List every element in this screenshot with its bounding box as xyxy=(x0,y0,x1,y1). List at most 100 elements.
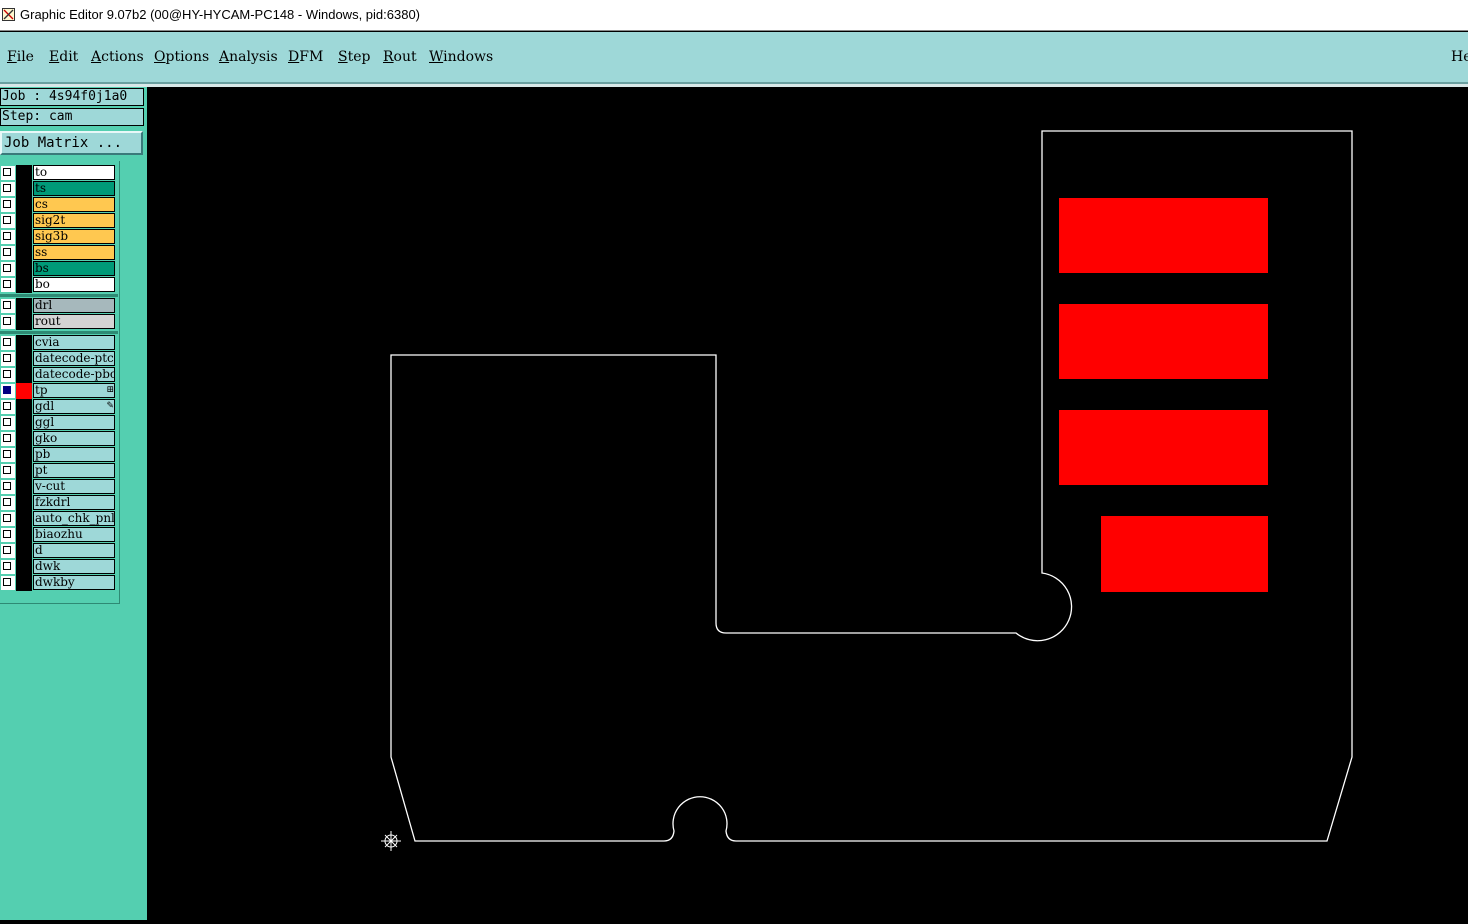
layer-display-color[interactable] xyxy=(16,351,32,367)
layer-affected-checkbox[interactable] xyxy=(1,464,15,478)
layer-affected-checkbox[interactable] xyxy=(1,544,15,558)
menu-dfm[interactable]: DFM xyxy=(288,49,323,65)
layer-name[interactable]: d xyxy=(33,543,115,558)
layer-row-ss[interactable]: ss xyxy=(0,245,116,261)
layer-row-biaozhu[interactable]: biaozhu xyxy=(0,527,116,543)
layer-row-cvia[interactable]: cvia xyxy=(0,335,116,351)
graphic-canvas[interactable] xyxy=(147,87,1468,920)
layer-name[interactable]: bs xyxy=(33,261,115,276)
layer-display-color[interactable] xyxy=(16,335,32,351)
layer-display-color[interactable] xyxy=(16,367,32,383)
layer-affected-checkbox[interactable] xyxy=(1,336,15,350)
layer-affected-checkbox[interactable] xyxy=(1,352,15,366)
layer-display-color[interactable] xyxy=(16,245,32,261)
layer-row-to[interactable]: to xyxy=(0,165,116,181)
layer-row-auto_chk_pnl[interactable]: auto_chk_pnl xyxy=(0,511,116,527)
layer-name[interactable]: to xyxy=(33,165,115,180)
layer-row-tp[interactable]: tp ⊞ xyxy=(0,383,116,399)
layer-affected-checkbox[interactable] xyxy=(1,198,15,212)
layer-row-d[interactable]: d xyxy=(0,543,116,559)
layer-affected-checkbox[interactable] xyxy=(1,182,15,196)
layer-display-color[interactable] xyxy=(16,261,32,277)
layer-display-color[interactable] xyxy=(16,479,32,495)
layer-affected-checkbox[interactable] xyxy=(1,299,15,313)
board-drawing[interactable] xyxy=(147,87,1468,920)
layer-display-color[interactable] xyxy=(16,277,32,293)
menu-analysis[interactable]: Analysis xyxy=(219,49,278,65)
layer-name[interactable]: gko xyxy=(33,431,115,446)
layer-name[interactable]: datecode-pbc xyxy=(33,367,115,382)
layer-row-fzkdrl[interactable]: fzkdrl xyxy=(0,495,116,511)
menu-edit[interactable]: Edit xyxy=(49,49,78,65)
menu-rout[interactable]: Rout xyxy=(383,49,417,65)
layer-display-color[interactable] xyxy=(16,229,32,245)
layer-display-color[interactable] xyxy=(16,495,32,511)
layer-affected-checkbox[interactable] xyxy=(1,315,15,329)
layer-row-dwkby[interactable]: dwkby xyxy=(0,575,116,591)
layer-name[interactable]: pb xyxy=(33,447,115,462)
layer-name[interactable]: v-cut xyxy=(33,479,115,494)
layer-affected-checkbox[interactable] xyxy=(1,400,15,414)
layer-affected-checkbox[interactable] xyxy=(1,278,15,292)
layer-name[interactable]: gdl xyxy=(33,399,115,414)
layer-affected-checkbox[interactable] xyxy=(1,384,15,398)
layer-name[interactable]: ts xyxy=(33,181,115,196)
layer-display-color[interactable] xyxy=(16,447,32,463)
layer-row-drl[interactable]: drl xyxy=(0,298,116,314)
layer-name[interactable]: cs xyxy=(33,197,115,212)
layer-affected-checkbox[interactable] xyxy=(1,214,15,228)
layer-display-color[interactable] xyxy=(16,181,32,197)
layer-display-color[interactable] xyxy=(16,165,32,181)
layer-affected-checkbox[interactable] xyxy=(1,448,15,462)
layer-display-color[interactable] xyxy=(16,527,32,543)
layer-display-color[interactable] xyxy=(16,559,32,575)
layer-affected-checkbox[interactable] xyxy=(1,416,15,430)
layer-name[interactable]: pt xyxy=(33,463,115,478)
layer-affected-checkbox[interactable] xyxy=(1,368,15,382)
layer-display-color[interactable] xyxy=(16,463,32,479)
layer-row-gdl[interactable]: gdl ✎ xyxy=(0,399,116,415)
menu-file[interactable]: File xyxy=(7,49,34,65)
layer-name[interactable]: datecode-ptc xyxy=(33,351,115,366)
layer-row-pt[interactable]: pt xyxy=(0,463,116,479)
layer-display-color[interactable] xyxy=(16,415,32,431)
layer-name[interactable]: ggl xyxy=(33,415,115,430)
layer-name[interactable]: fzkdrl xyxy=(33,495,115,510)
layer-display-color[interactable] xyxy=(16,213,32,229)
layer-display-color[interactable] xyxy=(16,298,32,314)
layer-name[interactable]: biaozhu xyxy=(33,527,115,542)
layer-display-color[interactable] xyxy=(16,399,32,415)
layer-affected-checkbox[interactable] xyxy=(1,512,15,526)
layer-name[interactable]: dwkby xyxy=(33,575,115,590)
layer-name[interactable]: ss xyxy=(33,245,115,260)
layer-row-cs[interactable]: cs xyxy=(0,197,116,213)
layer-display-color[interactable] xyxy=(16,314,32,330)
layer-display-color[interactable] xyxy=(16,543,32,559)
layer-name[interactable]: tp xyxy=(33,383,115,398)
layer-display-color[interactable] xyxy=(16,511,32,527)
menu-step[interactable]: Step xyxy=(338,49,370,65)
layer-row-gko[interactable]: gko xyxy=(0,431,116,447)
layer-row-v-cut[interactable]: v-cut xyxy=(0,479,116,495)
layer-row-datecode-pbc[interactable]: datecode-pbc xyxy=(0,367,116,383)
layer-name[interactable]: dwk xyxy=(33,559,115,574)
layer-name[interactable]: auto_chk_pnl xyxy=(33,511,115,526)
layer-affected-checkbox[interactable] xyxy=(1,230,15,244)
layer-affected-checkbox[interactable] xyxy=(1,496,15,510)
menu-help[interactable]: He xyxy=(1451,49,1468,65)
layer-display-color[interactable] xyxy=(16,575,32,591)
layer-name[interactable]: drl xyxy=(33,298,115,313)
job-matrix-button[interactable]: Job Matrix ... xyxy=(0,131,143,155)
layer-display-color[interactable] xyxy=(16,431,32,447)
layer-row-bs[interactable]: bs xyxy=(0,261,116,277)
layer-affected-checkbox[interactable] xyxy=(1,528,15,542)
layer-affected-checkbox[interactable] xyxy=(1,262,15,276)
layer-affected-checkbox[interactable] xyxy=(1,480,15,494)
layer-display-color[interactable] xyxy=(16,383,32,399)
menu-windows[interactable]: Windows xyxy=(429,49,493,65)
menu-actions[interactable]: Actions xyxy=(91,49,144,65)
layer-row-datecode-ptc[interactable]: datecode-ptc xyxy=(0,351,116,367)
layer-row-ggl[interactable]: ggl xyxy=(0,415,116,431)
layer-affected-checkbox[interactable] xyxy=(1,246,15,260)
layer-display-color[interactable] xyxy=(16,197,32,213)
